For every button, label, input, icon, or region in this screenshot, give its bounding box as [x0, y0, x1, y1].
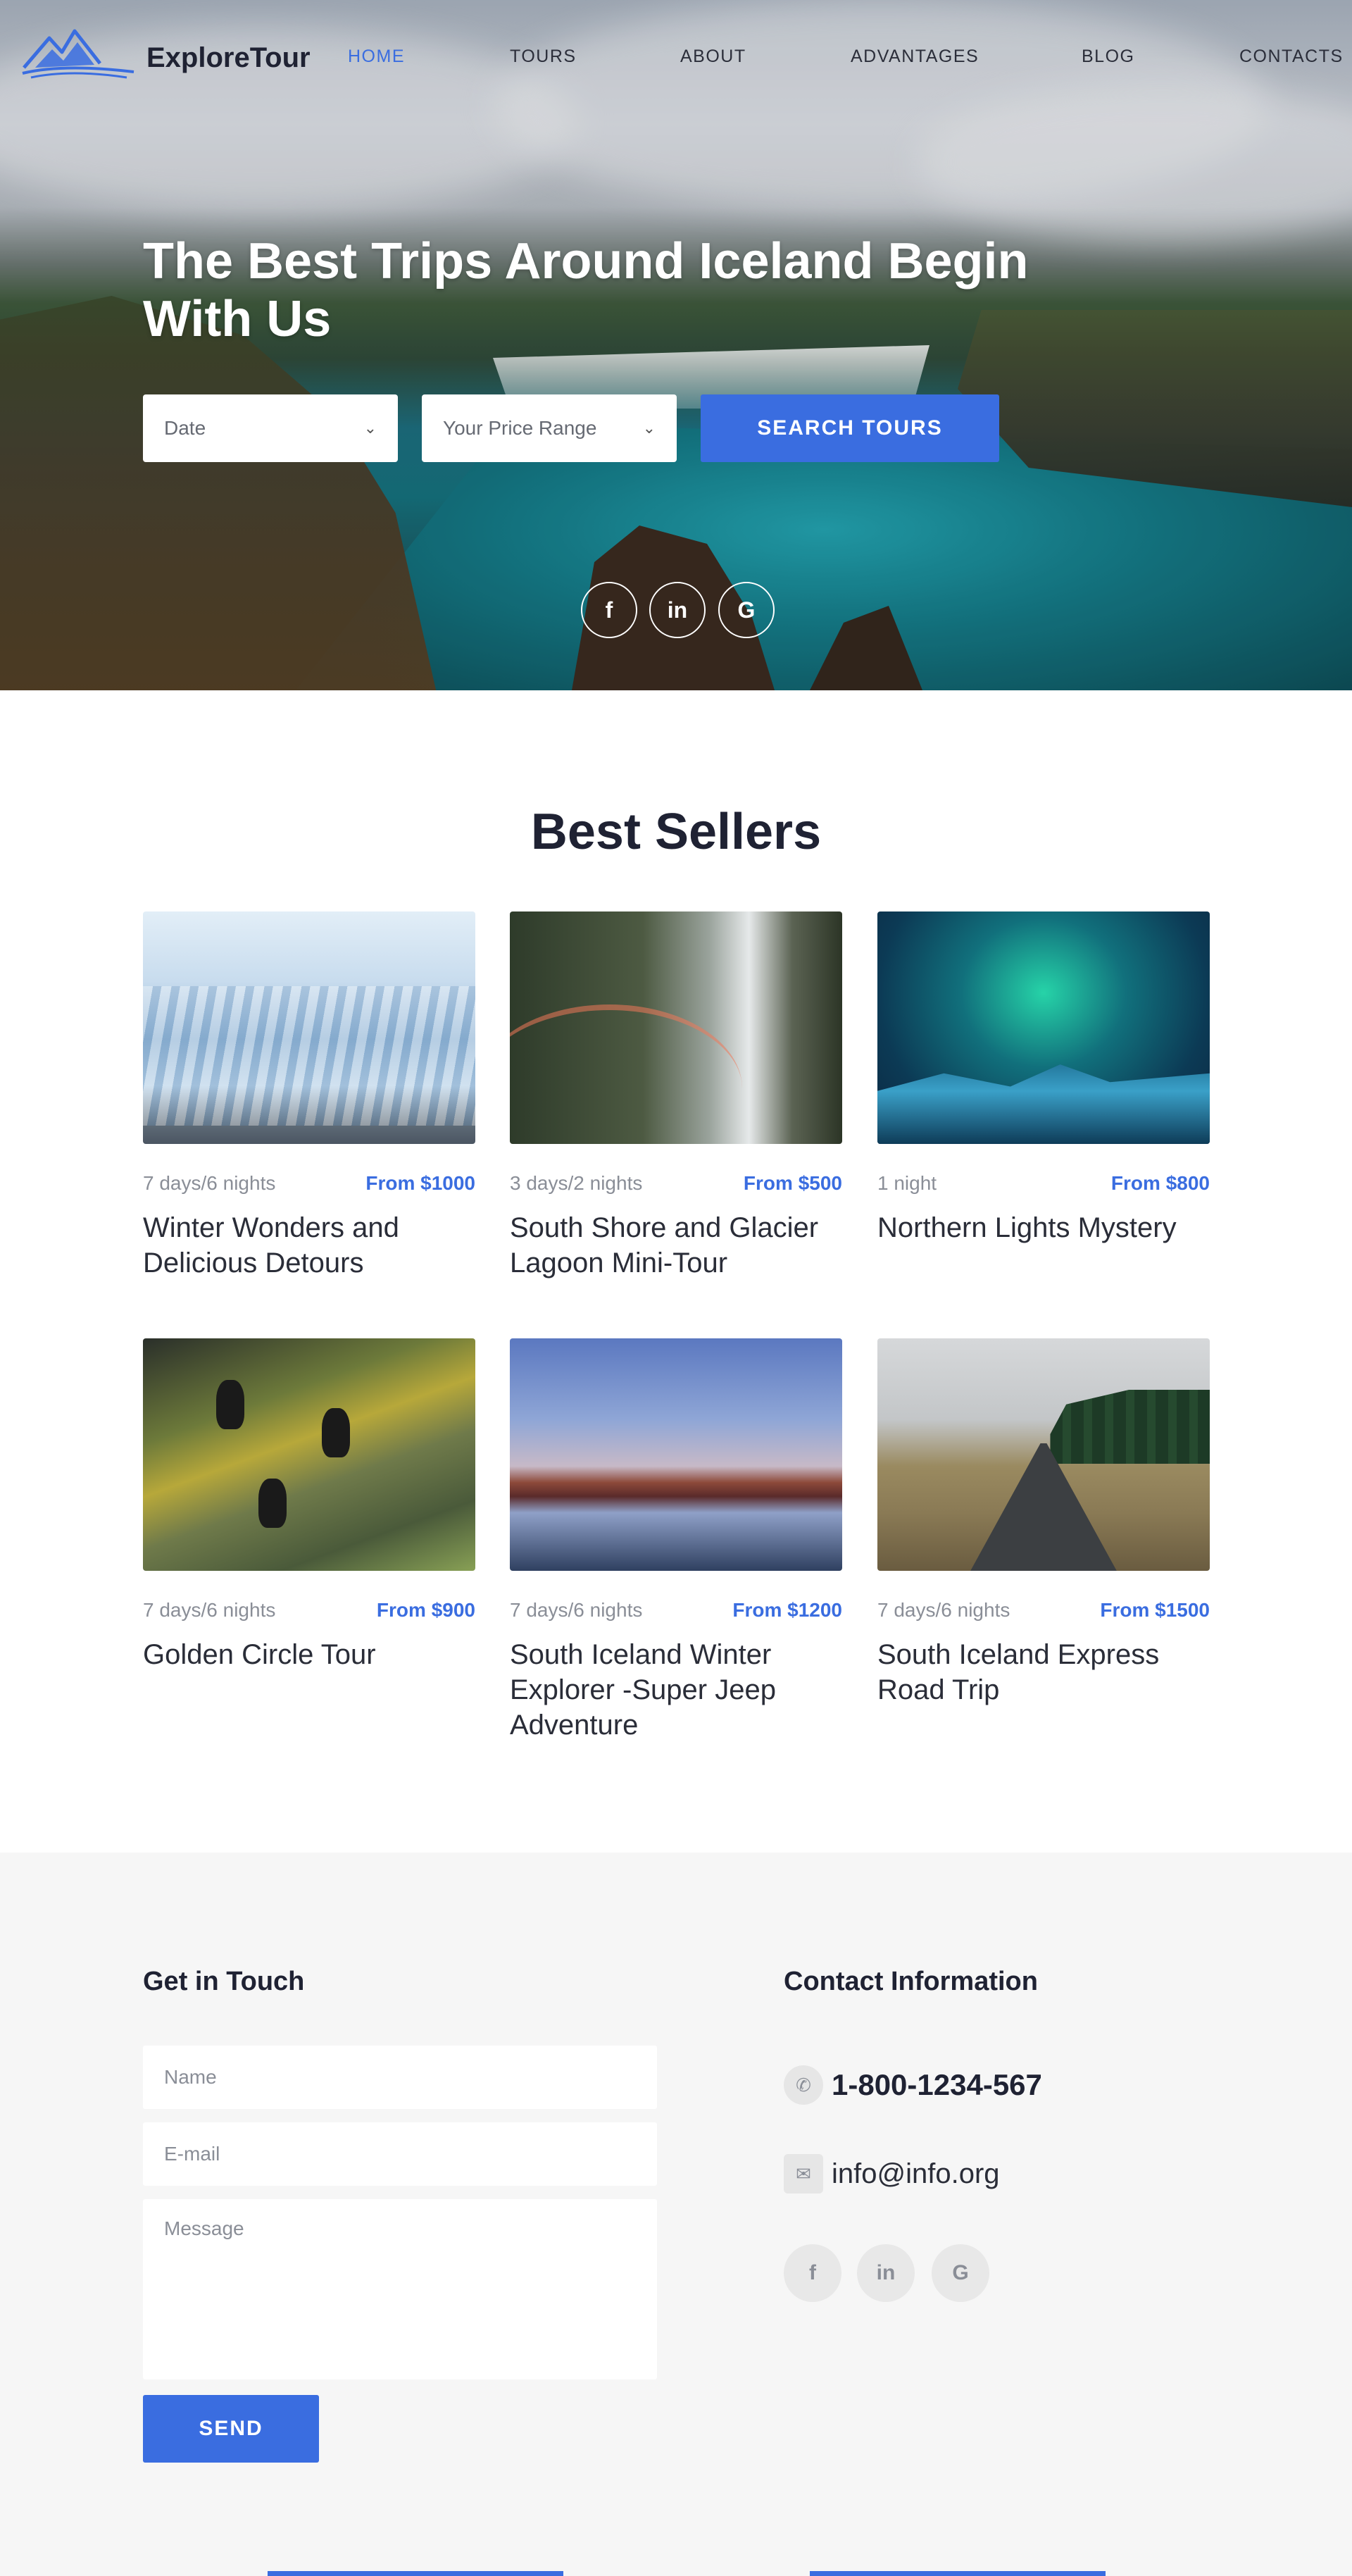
tour-price: From $800 — [1110, 1172, 1210, 1194]
contact-info-heading: Contact Information — [784, 1967, 1038, 1996]
tour-meta: 3 days/2 nights From $500 — [510, 1172, 842, 1195]
tour-duration: 7 days/6 nights — [143, 1599, 276, 1621]
phone-contact[interactable]: ✆ 1-800-1234-567 — [784, 2065, 1042, 2105]
nav-contacts[interactable]: CONTACTS — [1239, 46, 1344, 67]
tour-card[interactable]: 1 night From $800 Northern Lights Myster… — [877, 911, 1210, 1245]
tour-title[interactable]: Winter Wonders and Delicious Detours — [143, 1210, 475, 1281]
bottom-accent-bar — [0, 2571, 1352, 2576]
tour-meta: 7 days/6 nights From $900 — [143, 1599, 475, 1622]
linkedin-icon[interactable]: in — [649, 582, 706, 638]
glacier-image[interactable] — [143, 911, 475, 1144]
nav-blog[interactable]: BLOG — [1082, 46, 1134, 67]
email-address[interactable]: info@info.org — [832, 2158, 1000, 2190]
puffins-image[interactable] — [143, 1338, 475, 1571]
waterfall-rainbow-image[interactable] — [510, 911, 842, 1144]
email-contact[interactable]: ✉ info@info.org — [784, 2154, 1000, 2194]
aurora-image[interactable] — [877, 911, 1210, 1144]
date-select[interactable]: Date ⌄ — [143, 394, 398, 462]
nav-about[interactable]: ABOUT — [680, 46, 746, 67]
tour-meta: 7 days/6 nights From $1200 — [510, 1599, 842, 1622]
tour-meta: 7 days/6 nights From $1500 — [877, 1599, 1210, 1622]
facebook-icon[interactable]: f — [784, 2244, 841, 2302]
nav-advantages[interactable]: ADVANTAGES — [851, 46, 979, 67]
nav-tours[interactable]: TOURS — [510, 46, 577, 67]
mountain-logo-icon — [22, 29, 134, 79]
accent-segment — [810, 2571, 1106, 2576]
tour-duration: 7 days/6 nights — [143, 1172, 276, 1194]
search-tours-button[interactable]: SEARCH TOURS — [701, 394, 999, 462]
get-in-touch-heading: Get in Touch — [143, 1967, 305, 1996]
tour-card[interactable]: 7 days/6 nights From $900 Golden Circle … — [143, 1338, 475, 1672]
hero-section: ExploreTour HOME TOURS ABOUT ADVANTAGES … — [0, 0, 1352, 690]
tour-title[interactable]: South Iceland Express Road Trip — [877, 1637, 1210, 1707]
accent-segment — [268, 2571, 563, 2576]
tour-title[interactable]: Northern Lights Mystery — [877, 1210, 1210, 1245]
tour-price: From $1500 — [1100, 1599, 1210, 1621]
tour-title[interactable]: Golden Circle Tour — [143, 1637, 475, 1672]
best-sellers-title: Best Sellers — [530, 804, 822, 860]
tour-title[interactable]: South Shore and Glacier Lagoon Mini-Tour — [510, 1210, 842, 1281]
tour-meta: 7 days/6 nights From $1000 — [143, 1172, 475, 1195]
logo-text: ExploreTour — [146, 42, 311, 73]
tour-title[interactable]: South Iceland Winter Explorer -Super Jee… — [510, 1637, 842, 1743]
tour-price: From $1000 — [365, 1172, 475, 1194]
tour-card[interactable]: 7 days/6 nights From $1200 South Iceland… — [510, 1338, 842, 1743]
chevron-down-icon: ⌄ — [642, 419, 656, 437]
mail-icon: ✉ — [784, 2154, 823, 2194]
google-icon[interactable]: G — [718, 582, 775, 638]
hero-title: The Best Trips Around Iceland Begin With… — [143, 233, 1029, 347]
tour-price: From $1200 — [732, 1599, 842, 1621]
phone-number[interactable]: 1-800-1234-567 — [832, 2068, 1042, 2102]
date-select-value: Date — [164, 417, 206, 439]
tour-meta: 1 night From $800 — [877, 1172, 1210, 1195]
tour-card[interactable]: 7 days/6 nights From $1000 Winter Wonder… — [143, 911, 475, 1281]
tour-price: From $900 — [376, 1599, 475, 1621]
tour-card[interactable]: 3 days/2 nights From $500 South Shore an… — [510, 911, 842, 1281]
phone-icon: ✆ — [784, 2065, 823, 2105]
tour-duration: 7 days/6 nights — [877, 1599, 1010, 1621]
message-field[interactable] — [143, 2199, 657, 2379]
mountain-lake-image[interactable] — [510, 1338, 842, 1571]
email-field[interactable] — [143, 2122, 657, 2186]
linkedin-icon[interactable]: in — [857, 2244, 915, 2302]
tour-price: From $500 — [743, 1172, 842, 1194]
road-image[interactable] — [877, 1338, 1210, 1571]
chevron-down-icon: ⌄ — [363, 419, 377, 437]
send-button[interactable]: SEND — [143, 2395, 319, 2463]
price-select-value: Your Price Range — [443, 417, 597, 439]
tour-duration: 7 days/6 nights — [510, 1599, 643, 1621]
tour-duration: 3 days/2 nights — [510, 1172, 643, 1194]
name-field[interactable] — [143, 2046, 657, 2109]
tour-duration: 1 night — [877, 1172, 937, 1194]
facebook-icon[interactable]: f — [581, 582, 637, 638]
nav-home[interactable]: HOME — [348, 46, 405, 67]
google-icon[interactable]: G — [932, 2244, 989, 2302]
tour-card[interactable]: 7 days/6 nights From $1500 South Iceland… — [877, 1338, 1210, 1707]
price-range-select[interactable]: Your Price Range ⌄ — [422, 394, 677, 462]
site-header: ExploreTour HOME TOURS ABOUT ADVANTAGES … — [0, 0, 1352, 79]
